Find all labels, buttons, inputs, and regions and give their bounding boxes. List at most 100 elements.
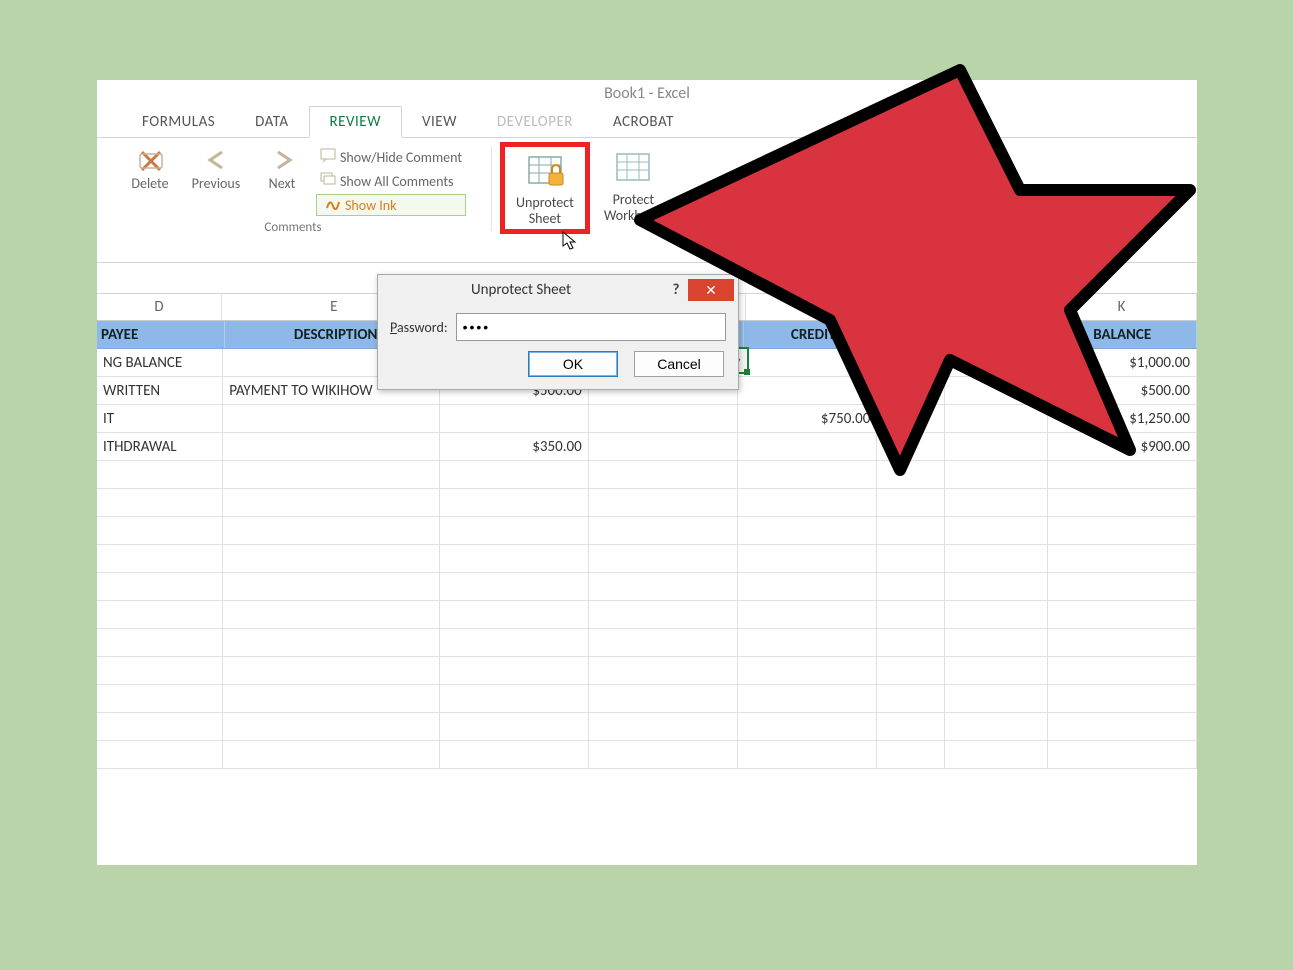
cell[interactable] bbox=[440, 601, 589, 628]
table-row[interactable] bbox=[97, 685, 1197, 713]
cell[interactable] bbox=[440, 657, 589, 684]
cell[interactable] bbox=[738, 545, 878, 572]
cell[interactable]: NG BALANCE bbox=[97, 349, 223, 376]
delete-comment-button[interactable]: Delete bbox=[120, 146, 180, 216]
cell[interactable] bbox=[738, 713, 878, 740]
cell[interactable] bbox=[877, 573, 944, 600]
cell[interactable] bbox=[738, 461, 878, 488]
cell[interactable] bbox=[223, 713, 440, 740]
cell[interactable] bbox=[440, 489, 589, 516]
cell[interactable] bbox=[945, 461, 1049, 488]
cell[interactable] bbox=[589, 405, 738, 432]
col-header-K[interactable]: K bbox=[1047, 294, 1197, 320]
cell[interactable] bbox=[738, 685, 878, 712]
cell[interactable] bbox=[97, 545, 223, 572]
cell[interactable] bbox=[877, 545, 944, 572]
cell[interactable] bbox=[877, 461, 944, 488]
ok-button[interactable]: OK bbox=[528, 351, 618, 377]
cell[interactable] bbox=[945, 489, 1049, 516]
cell[interactable] bbox=[97, 461, 223, 488]
cell[interactable] bbox=[97, 601, 223, 628]
table-row[interactable] bbox=[97, 601, 1197, 629]
cell[interactable] bbox=[877, 601, 944, 628]
cell[interactable] bbox=[97, 741, 223, 768]
cell[interactable] bbox=[945, 629, 1049, 656]
cell[interactable] bbox=[877, 405, 944, 432]
cell[interactable] bbox=[877, 629, 944, 656]
cell[interactable] bbox=[738, 601, 878, 628]
cell[interactable] bbox=[1048, 629, 1197, 656]
tab-developer[interactable]: DEVELOPER bbox=[477, 107, 593, 137]
cell[interactable] bbox=[945, 377, 1049, 404]
cell[interactable] bbox=[945, 517, 1049, 544]
cell[interactable] bbox=[945, 657, 1049, 684]
cell[interactable] bbox=[223, 741, 440, 768]
cell[interactable] bbox=[589, 489, 738, 516]
cell[interactable] bbox=[945, 741, 1049, 768]
dialog-titlebar[interactable]: Unprotect Sheet ? ✕ bbox=[378, 275, 738, 305]
cell[interactable] bbox=[1048, 741, 1197, 768]
cell[interactable] bbox=[223, 461, 440, 488]
cell[interactable] bbox=[1048, 685, 1197, 712]
cancel-button[interactable]: Cancel bbox=[634, 351, 724, 377]
cell[interactable] bbox=[945, 601, 1049, 628]
cell[interactable] bbox=[589, 713, 738, 740]
dialog-close-button[interactable]: ✕ bbox=[688, 279, 734, 301]
cell[interactable] bbox=[738, 657, 878, 684]
cell[interactable]: ITHDRAWAL bbox=[97, 433, 223, 460]
cell[interactable] bbox=[945, 349, 1049, 376]
cell[interactable]: $1,000.00 bbox=[1048, 349, 1197, 376]
show-hide-comment-button[interactable]: Show/Hide Comment bbox=[316, 146, 466, 168]
cell[interactable] bbox=[223, 601, 440, 628]
cell[interactable] bbox=[945, 685, 1049, 712]
cell[interactable] bbox=[1048, 657, 1197, 684]
cell[interactable] bbox=[945, 405, 1049, 432]
cell[interactable] bbox=[877, 713, 944, 740]
cell[interactable] bbox=[589, 433, 738, 460]
cell[interactable] bbox=[97, 573, 223, 600]
col-header-J[interactable] bbox=[947, 294, 1047, 320]
cell[interactable] bbox=[97, 713, 223, 740]
cell[interactable] bbox=[223, 629, 440, 656]
cell[interactable] bbox=[877, 517, 944, 544]
cell[interactable] bbox=[589, 601, 738, 628]
cell[interactable] bbox=[440, 573, 589, 600]
unprotect-sheet-button[interactable]: Unprotect Sheet bbox=[508, 149, 582, 229]
cell[interactable] bbox=[97, 685, 223, 712]
cell[interactable] bbox=[97, 517, 223, 544]
cell[interactable] bbox=[1048, 489, 1197, 516]
cell[interactable] bbox=[440, 517, 589, 544]
cell[interactable]: $1,250.00 bbox=[1048, 405, 1197, 432]
cell[interactable] bbox=[738, 433, 878, 460]
cell[interactable]: WRITTEN bbox=[97, 377, 223, 404]
col-header-D[interactable]: D bbox=[97, 294, 222, 320]
cell[interactable] bbox=[589, 517, 738, 544]
cell[interactable] bbox=[589, 685, 738, 712]
cell[interactable] bbox=[738, 517, 878, 544]
cell[interactable] bbox=[1048, 573, 1197, 600]
cell[interactable] bbox=[223, 517, 440, 544]
cell[interactable] bbox=[738, 741, 878, 768]
show-ink-button[interactable]: Show Ink bbox=[316, 194, 466, 216]
cell[interactable] bbox=[589, 545, 738, 572]
protect-workbook-button[interactable]: Protect Workbook bbox=[596, 146, 671, 226]
cell[interactable] bbox=[97, 629, 223, 656]
cell[interactable] bbox=[223, 405, 440, 432]
cell[interactable] bbox=[440, 461, 589, 488]
previous-comment-button[interactable]: Previous bbox=[186, 146, 246, 216]
cell[interactable] bbox=[877, 377, 944, 404]
table-row[interactable] bbox=[97, 629, 1197, 657]
cell[interactable]: $750.00 bbox=[738, 405, 878, 432]
table-row[interactable] bbox=[97, 573, 1197, 601]
cell[interactable] bbox=[589, 573, 738, 600]
cell[interactable] bbox=[223, 657, 440, 684]
cell[interactable] bbox=[589, 657, 738, 684]
cell[interactable] bbox=[945, 433, 1049, 460]
cell[interactable] bbox=[877, 657, 944, 684]
cell[interactable] bbox=[1048, 713, 1197, 740]
cell[interactable] bbox=[440, 713, 589, 740]
cell[interactable] bbox=[589, 629, 738, 656]
cell[interactable] bbox=[738, 573, 878, 600]
table-row[interactable] bbox=[97, 741, 1197, 769]
cell[interactable] bbox=[223, 489, 440, 516]
